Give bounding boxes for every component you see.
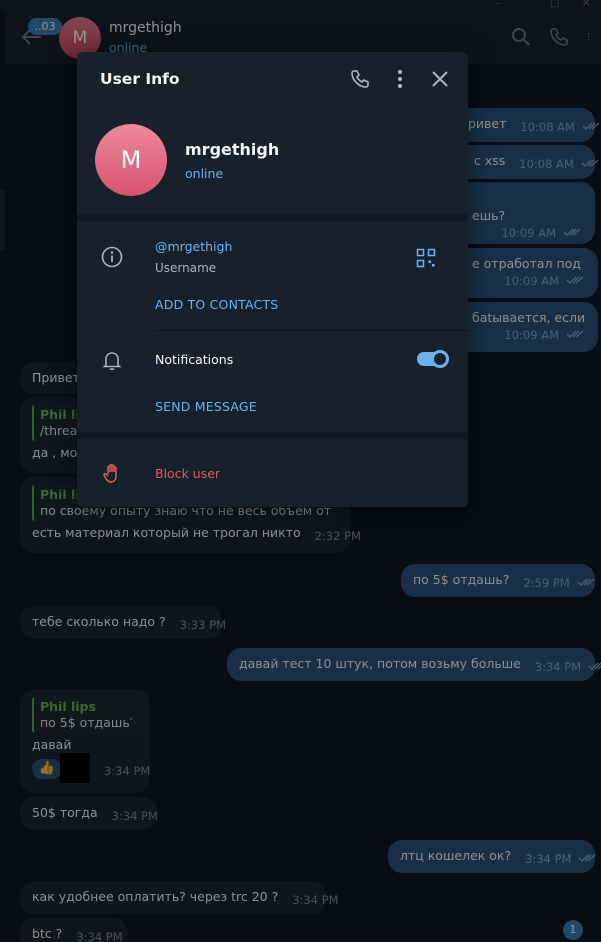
- close-icon[interactable]: [430, 69, 450, 89]
- profile-avatar[interactable]: M: [95, 124, 167, 196]
- notifications-label: Notifications: [155, 352, 234, 367]
- block-user-button[interactable]: Block user: [155, 466, 220, 481]
- more-vertical-icon[interactable]: [390, 69, 410, 89]
- add-to-contacts-button[interactable]: ADD TO CONTACTS: [155, 297, 278, 312]
- notifications-toggle[interactable]: [417, 350, 449, 368]
- bell-icon: [102, 352, 122, 370]
- qr-code-icon[interactable]: [416, 248, 436, 268]
- row-divider: [155, 330, 468, 331]
- section-divider: [77, 432, 468, 439]
- user-info-dialog: User Info M mrgethigh online @mrgethigh …: [77, 52, 468, 507]
- username-label: Username: [155, 261, 217, 275]
- hand-block-icon: [103, 464, 117, 483]
- profile-name: mrgethigh: [185, 140, 280, 159]
- username-value[interactable]: @mrgethigh: [155, 239, 232, 254]
- profile-status: online: [185, 166, 224, 181]
- send-message-button[interactable]: SEND MESSAGE: [155, 399, 257, 414]
- phone-icon[interactable]: [350, 69, 370, 89]
- dialog-title: User Info: [100, 70, 180, 88]
- section-divider: [77, 214, 468, 221]
- info-icon: [101, 246, 123, 268]
